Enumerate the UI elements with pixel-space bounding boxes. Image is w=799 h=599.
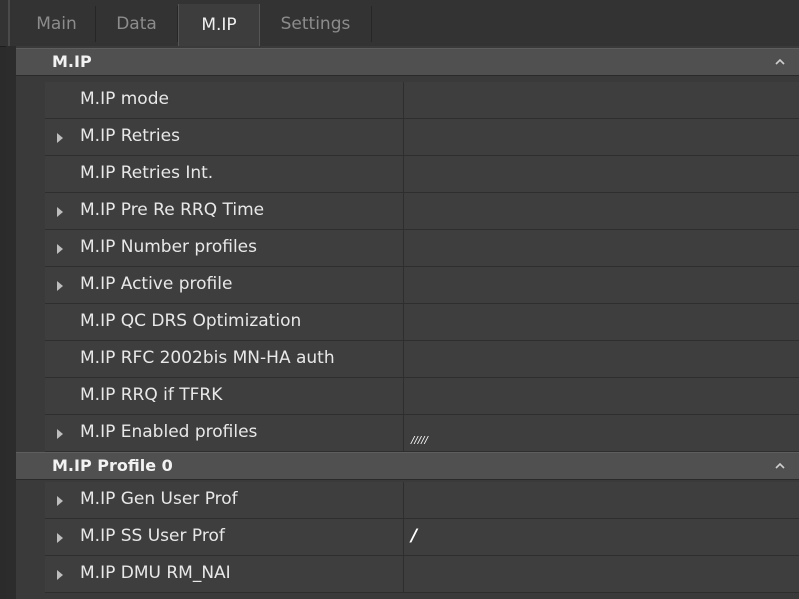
tab-bar: Main Data M.IP Settings: [0, 0, 799, 47]
property-label: M.IP Gen User Prof: [80, 489, 238, 509]
column-divider: [403, 156, 404, 192]
property-row-mip-mode[interactable]: M.IP mode: [45, 82, 799, 119]
column-divider: [403, 193, 404, 229]
tab-data[interactable]: Data: [96, 6, 178, 42]
triangle-right-icon[interactable]: [57, 533, 63, 543]
tab-main[interactable]: Main: [18, 6, 96, 42]
column-divider: [403, 230, 404, 266]
chevron-up-icon[interactable]: [775, 462, 785, 470]
row-gutter: [16, 76, 45, 451]
property-label: M.IP Enabled profiles: [80, 422, 258, 442]
column-divider: [403, 556, 404, 592]
triangle-right-icon[interactable]: [57, 207, 63, 217]
column-divider: [403, 267, 404, 303]
column-divider: [403, 82, 404, 118]
property-row-mip-qc-drs-optimization[interactable]: M.IP QC DRS Optimization: [45, 304, 799, 341]
property-label: M.IP mode: [80, 89, 169, 109]
column-divider: [403, 378, 404, 414]
property-row-mip-rrq-if-tfrk[interactable]: M.IP RRQ if TFRK: [45, 378, 799, 415]
triangle-right-icon[interactable]: [57, 281, 63, 291]
property-label: M.IP Active profile: [80, 274, 233, 294]
column-divider: [403, 341, 404, 377]
property-label: M.IP Pre Re RRQ Time: [80, 200, 265, 220]
property-label: M.IP Retries: [80, 126, 180, 146]
group-header-mip-profile-0[interactable]: M.IP Profile 0: [16, 452, 799, 480]
property-row-mip-enabled-profiles[interactable]: M.IP Enabled profiles /////: [45, 415, 799, 452]
property-label: M.IP RRQ if TFRK: [80, 385, 223, 405]
property-label: M.IP QC DRS Optimization: [80, 311, 302, 331]
group-title: M.IP: [52, 52, 92, 71]
property-row-mip-number-profiles[interactable]: M.IP Number profiles: [45, 230, 799, 267]
property-row-mip-active-profile[interactable]: M.IP Active profile: [45, 267, 799, 304]
triangle-right-icon[interactable]: [57, 244, 63, 254]
property-row-mip-dmu-rm-nai[interactable]: M.IP DMU RM_NAI: [45, 556, 799, 593]
property-row-mip-ss-user-prof[interactable]: M.IP SS User Prof /: [45, 519, 799, 556]
property-value[interactable]: /: [411, 526, 417, 546]
property-grid-frame: [6, 46, 16, 599]
property-label: M.IP DMU RM_NAI: [80, 563, 231, 583]
property-value[interactable]: /////: [411, 435, 428, 446]
column-divider: [403, 119, 404, 155]
property-row-mip-retries[interactable]: M.IP Retries: [45, 119, 799, 156]
property-row-mip-rfc-2002bis[interactable]: M.IP RFC 2002bis MN-HA auth: [45, 341, 799, 378]
property-label: M.IP SS User Prof: [80, 526, 225, 546]
property-row-mip-gen-user-prof[interactable]: M.IP Gen User Prof: [45, 482, 799, 519]
triangle-right-icon[interactable]: [57, 133, 63, 143]
triangle-right-icon[interactable]: [57, 570, 63, 580]
column-divider: [403, 519, 404, 555]
property-label: M.IP Number profiles: [80, 237, 257, 257]
chevron-up-icon[interactable]: [775, 58, 785, 66]
triangle-right-icon[interactable]: [57, 429, 63, 439]
property-label: M.IP RFC 2002bis MN-HA auth: [80, 348, 335, 368]
group-title: M.IP Profile 0: [52, 456, 173, 475]
tab-settings[interactable]: Settings: [260, 6, 372, 42]
column-divider: [403, 415, 404, 451]
tab-mip[interactable]: M.IP: [178, 4, 260, 46]
column-divider: [403, 304, 404, 340]
column-divider: [403, 482, 404, 518]
property-row-mip-retries-int[interactable]: M.IP Retries Int.: [45, 156, 799, 193]
group-header-mip[interactable]: M.IP: [16, 48, 799, 76]
triangle-right-icon[interactable]: [57, 496, 63, 506]
property-label: M.IP Retries Int.: [80, 163, 214, 183]
row-gutter: [16, 480, 45, 599]
property-row-mip-pre-re-rrq-time[interactable]: M.IP Pre Re RRQ Time: [45, 193, 799, 230]
tab-bar-edge: [8, 0, 10, 46]
